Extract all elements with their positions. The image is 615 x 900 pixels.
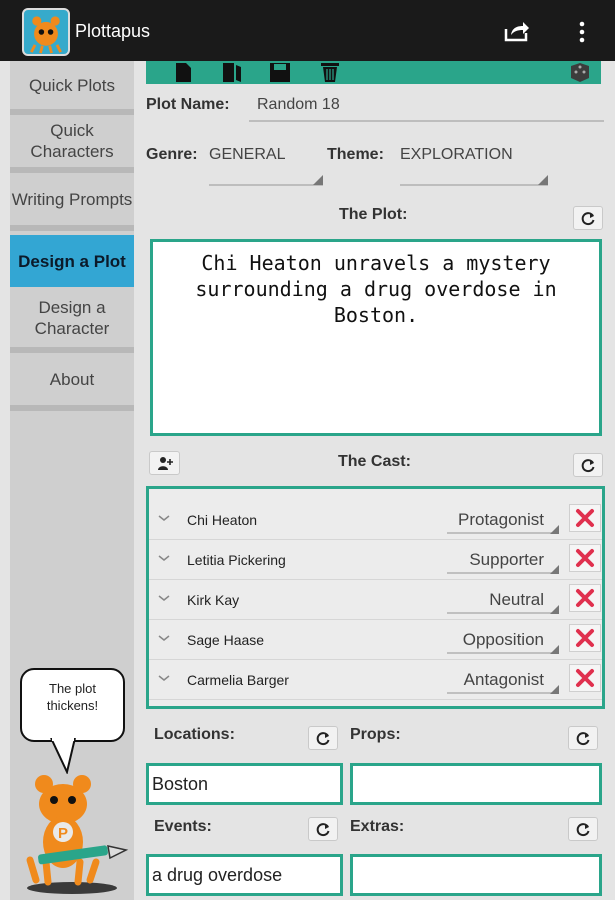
events-refresh-button[interactable]: [308, 817, 338, 841]
remove-cast-member-button[interactable]: [569, 504, 601, 532]
plot-section-label: The Plot:: [339, 206, 408, 223]
sidebar-item-quick-characters[interactable]: Quick Characters: [10, 115, 134, 173]
genre-select[interactable]: GENERAL: [209, 146, 285, 164]
refresh-icon: [581, 459, 595, 473]
role-dropdown-arrow-icon[interactable]: [550, 685, 559, 694]
plot-name-input[interactable]: Random 18: [257, 96, 340, 114]
refresh-icon: [581, 212, 595, 226]
extras-input[interactable]: [350, 854, 602, 896]
events-input[interactable]: a drug overdose: [146, 854, 343, 896]
role-underline: [447, 652, 559, 654]
genre-label: Genre:: [146, 146, 198, 163]
theme-select[interactable]: EXPLORATION: [400, 146, 513, 164]
locations-input[interactable]: Boston: [146, 763, 343, 805]
events-label: Events:: [154, 818, 212, 835]
overflow-menu-icon[interactable]: [576, 20, 588, 44]
remove-cast-member-button[interactable]: [569, 544, 601, 572]
genre-underline: [209, 184, 323, 186]
refresh-icon: [576, 732, 590, 746]
svg-text:P: P: [58, 825, 68, 842]
delete-x-icon: [576, 589, 594, 607]
chevron-down-icon[interactable]: [157, 633, 171, 643]
cast-role-select[interactable]: Opposition: [463, 630, 544, 650]
props-label: Props:: [350, 726, 401, 743]
remove-cast-member-button[interactable]: [569, 664, 601, 692]
role-dropdown-arrow-icon[interactable]: [550, 525, 559, 534]
remove-cast-member-button[interactable]: [569, 584, 601, 612]
cast-row: Sage Haase Opposition: [149, 620, 602, 660]
chevron-down-icon[interactable]: [157, 553, 171, 563]
props-input[interactable]: [350, 763, 602, 805]
cast-role-select[interactable]: Neutral: [489, 590, 544, 610]
role-underline: [447, 692, 559, 694]
cast-role-select[interactable]: Supporter: [469, 550, 544, 570]
cast-refresh-button[interactable]: [573, 453, 603, 477]
cast-role-select[interactable]: Protagonist: [458, 510, 544, 530]
chevron-down-icon[interactable]: [157, 673, 171, 683]
add-cast-member-button[interactable]: [149, 451, 180, 475]
speech-bubble: The plot thickens!: [20, 668, 125, 742]
delete-x-icon: [576, 669, 594, 687]
genre-dropdown-arrow-icon[interactable]: [313, 175, 323, 185]
cast-role-select[interactable]: Antagonist: [464, 670, 544, 690]
theme-underline: [400, 184, 548, 186]
cast-member-name[interactable]: Sage Haase: [187, 632, 264, 648]
cast-section-label: The Cast:: [338, 453, 411, 470]
speech-bubble-tail: [50, 738, 76, 774]
action-bar: Plottapus: [0, 0, 615, 61]
octopus-mascot-icon: [30, 16, 62, 54]
delete-x-icon: [576, 549, 594, 567]
cast-list: Chi Heaton Protagonist Letitia Pickering…: [146, 486, 605, 709]
cast-row: Chi Heaton Protagonist: [149, 500, 602, 540]
chevron-down-icon[interactable]: [157, 593, 171, 603]
delete-x-icon: [576, 509, 594, 527]
role-dropdown-arrow-icon[interactable]: [550, 565, 559, 574]
locations-refresh-button[interactable]: [308, 726, 338, 750]
add-person-icon: [157, 457, 173, 470]
chevron-down-icon[interactable]: [157, 513, 171, 523]
sidebar-item-writing-prompts[interactable]: Writing Prompts: [10, 173, 134, 231]
sidebar-item-about[interactable]: About: [10, 353, 134, 411]
extras-label: Extras:: [350, 818, 405, 835]
trash-icon[interactable]: [318, 63, 342, 82]
theme-dropdown-arrow-icon[interactable]: [538, 175, 548, 185]
role-dropdown-arrow-icon[interactable]: [550, 605, 559, 614]
cast-member-name[interactable]: Kirk Kay: [187, 592, 239, 608]
sidebar-item-design-a-plot[interactable]: Design a Plot: [10, 235, 134, 287]
extras-refresh-button[interactable]: [568, 817, 598, 841]
open-book-icon[interactable]: [220, 63, 244, 82]
remove-cast-member-button[interactable]: [569, 624, 601, 652]
app-icon[interactable]: [22, 8, 70, 56]
share-icon[interactable]: [504, 20, 530, 42]
new-file-icon[interactable]: [171, 63, 195, 82]
plot-name-underline: [249, 120, 604, 122]
plot-name-label: Plot Name:: [146, 96, 230, 113]
plot-text-box[interactable]: Chi Heaton unravels a mystery surroundin…: [150, 239, 602, 436]
locations-label: Locations:: [154, 726, 235, 743]
dice-icon[interactable]: [568, 63, 592, 82]
theme-label: Theme:: [327, 146, 384, 163]
cast-row: Kirk Kay Neutral: [149, 580, 602, 620]
role-dropdown-arrow-icon[interactable]: [550, 645, 559, 654]
sidebar-item-quick-plots[interactable]: Quick Plots: [10, 61, 134, 115]
refresh-icon: [576, 823, 590, 837]
role-underline: [447, 532, 559, 534]
refresh-icon: [316, 823, 330, 837]
plot-refresh-button[interactable]: [573, 206, 603, 230]
sidebar-item-design-a-character[interactable]: Design a Character: [10, 289, 134, 353]
role-underline: [447, 572, 559, 574]
cast-member-name[interactable]: Chi Heaton: [187, 512, 257, 528]
plot-toolbar: [146, 61, 601, 84]
role-underline: [447, 612, 559, 614]
refresh-icon: [316, 732, 330, 746]
cast-member-name[interactable]: Carmelia Barger: [187, 672, 289, 688]
props-refresh-button[interactable]: [568, 726, 598, 750]
cast-member-name[interactable]: Letitia Pickering: [187, 552, 286, 568]
save-icon[interactable]: [268, 63, 292, 82]
app-title: Plottapus: [75, 21, 151, 41]
delete-x-icon: [576, 629, 594, 647]
plottapus-mascot: P: [26, 775, 129, 894]
cast-row: Letitia Pickering Supporter: [149, 540, 602, 580]
cast-row: Carmelia Barger Antagonist: [149, 660, 602, 700]
